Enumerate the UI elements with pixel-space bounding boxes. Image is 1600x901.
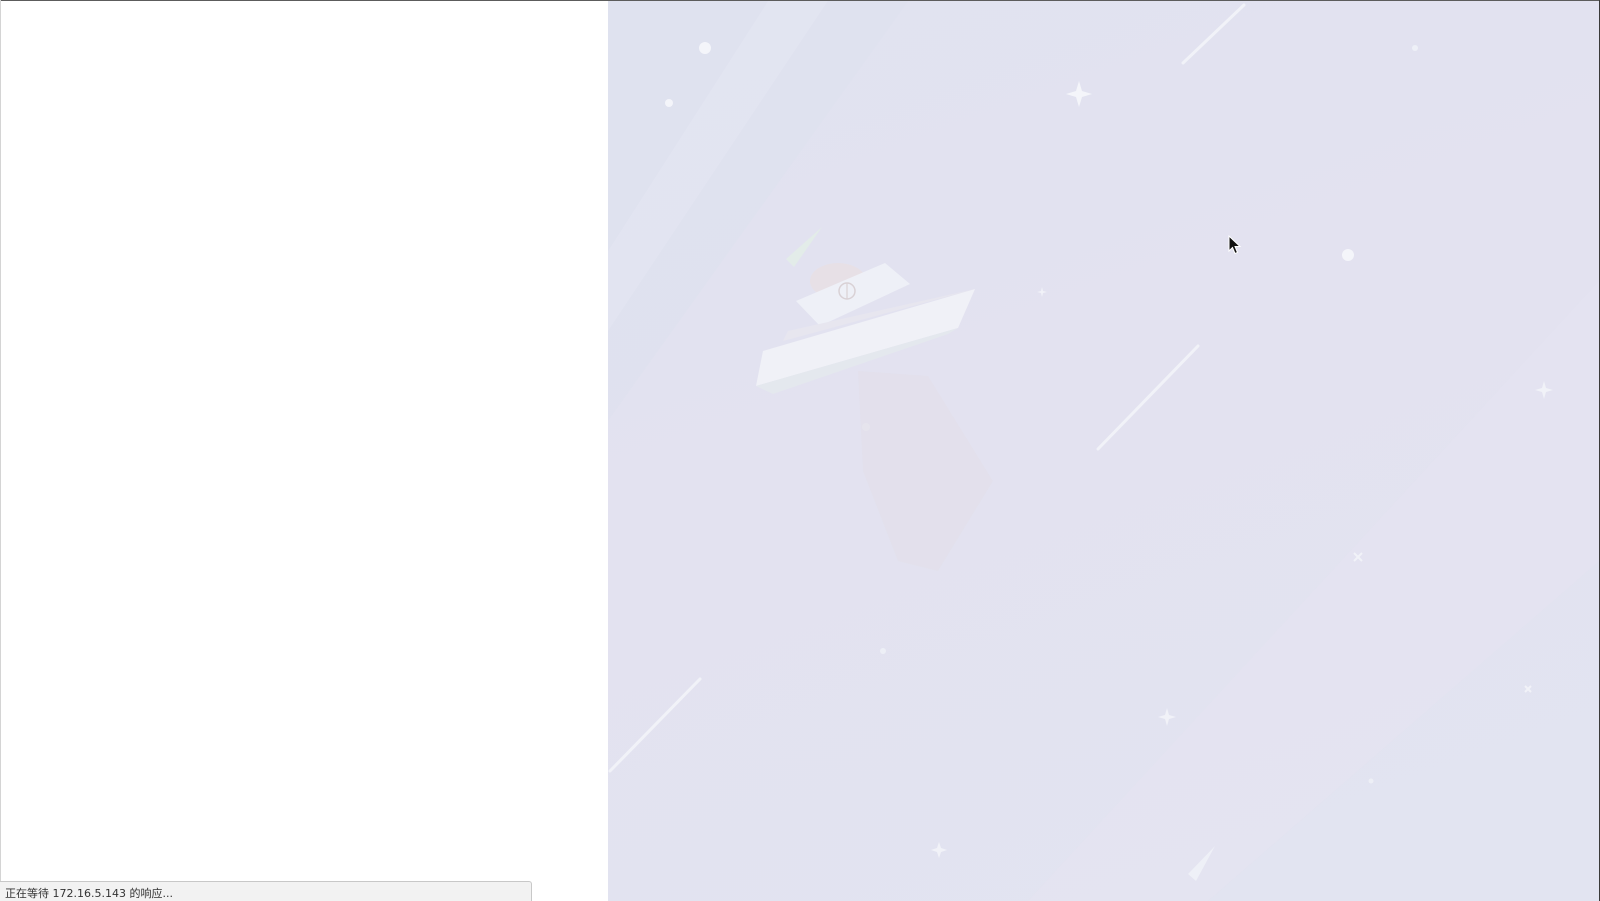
space-background-panel — [608, 1, 1599, 901]
star-dot — [880, 648, 886, 654]
star-dot — [1412, 45, 1418, 51]
sparkle-icon — [1066, 81, 1092, 107]
shooting-star — [608, 677, 702, 773]
shooting-star — [786, 227, 822, 267]
status-bar-text: 正在等待 172.16.5.143 的响应... — [5, 887, 173, 900]
star-dot — [665, 99, 673, 107]
tractor-beam — [858, 371, 993, 571]
light-beam — [1028, 281, 1599, 901]
star-dot — [1368, 778, 1374, 784]
shooting-star — [1181, 3, 1246, 65]
status-bar: 正在等待 172.16.5.143 的响应... — [0, 881, 532, 901]
mouse-pointer-icon — [1228, 234, 1242, 255]
sparkle-icon — [931, 842, 947, 858]
shooting-star — [1096, 344, 1200, 451]
star-dot — [699, 42, 711, 54]
space-illustration — [608, 1, 1599, 901]
sparkle-icon — [1158, 708, 1176, 726]
blank-content-panel — [1, 1, 608, 901]
star-dot — [1342, 249, 1354, 261]
sparkle-icon — [1037, 287, 1047, 297]
sparkle-icon — [1524, 685, 1532, 693]
browser-viewport: 正在等待 172.16.5.143 的响应... — [0, 0, 1600, 901]
